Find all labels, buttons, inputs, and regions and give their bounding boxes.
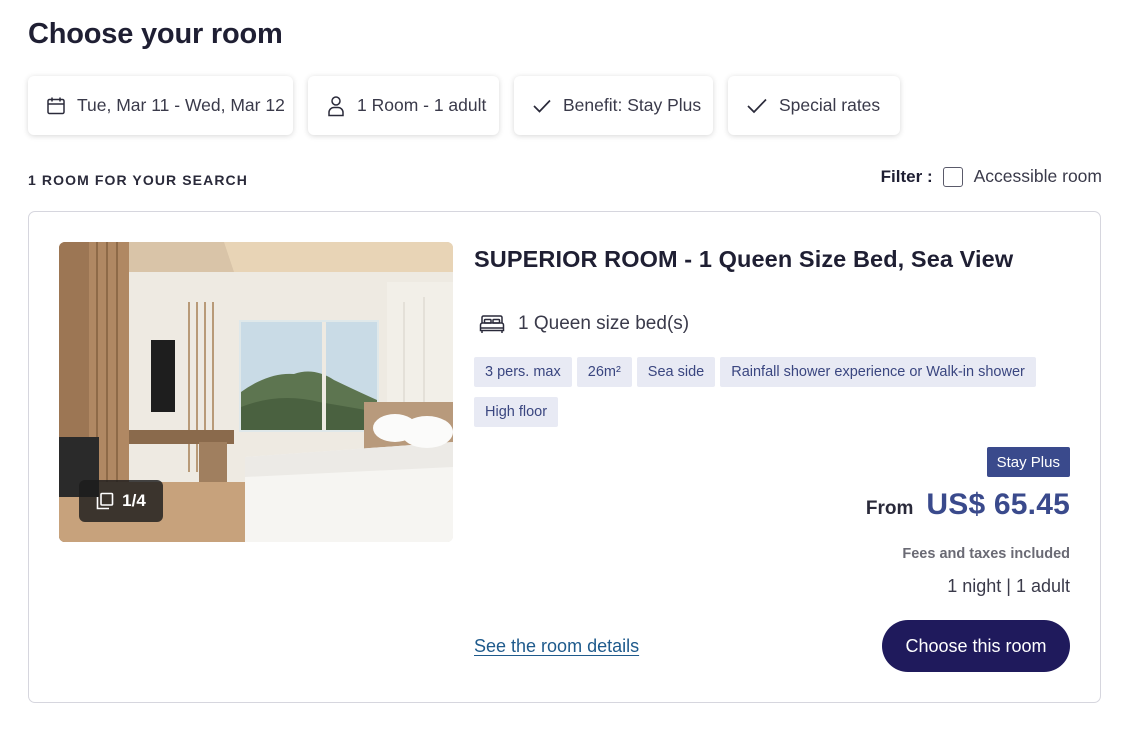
guests-chip[interactable]: 1 Room - 1 adult	[308, 76, 499, 135]
room-photo[interactable]: 1/4	[59, 242, 453, 542]
tag-size: 26m²	[576, 357, 632, 387]
choose-room-button[interactable]: Choose this room	[882, 620, 1070, 672]
photo-counter-label: 1/4	[122, 491, 146, 510]
room-details-link[interactable]: See the room details	[474, 636, 639, 657]
rate-badge: Stay Plus	[986, 447, 1070, 477]
room-title: SUPERIOR ROOM - 1 Queen Size Bed, Sea Vi…	[474, 246, 1014, 272]
page-title: Choose your room	[28, 18, 283, 50]
room-amenity-tags: 3 pers. max 26m² Sea side Rainfall showe…	[474, 357, 1074, 427]
tag-floor: High floor	[474, 397, 559, 427]
benefit-chip-label: Benefit: Stay Plus	[563, 95, 702, 115]
benefit-chip[interactable]: Benefit: Stay Plus	[514, 76, 713, 135]
dates-chip[interactable]: Tue, Mar 11 - Wed, Mar 12	[28, 76, 293, 135]
dates-chip-label: Tue, Mar 11 - Wed, Mar 12	[77, 95, 285, 115]
accessible-room-checkbox[interactable]	[942, 166, 963, 187]
room-card: 1/4 SUPERIOR ROOM - 1 Queen Size Bed, Se…	[28, 211, 1101, 703]
fees-note: Fees and taxes included	[902, 546, 1070, 562]
results-count: 1 ROOM FOR YOUR SEARCH	[28, 172, 248, 188]
gallery-icon	[96, 492, 114, 510]
price-prefix: From	[865, 498, 914, 519]
special-rates-chip[interactable]: Special rates	[728, 76, 900, 135]
search-summary-chips: Tue, Mar 11 - Wed, Mar 12 1 Room - 1 adu…	[28, 76, 900, 135]
filter-label: Filter :	[880, 166, 933, 186]
person-icon	[326, 95, 346, 117]
price-value: US$ 65.45	[926, 488, 1070, 521]
calendar-icon	[46, 95, 66, 117]
photo-counter[interactable]: 1/4	[79, 480, 163, 522]
tag-view: Sea side	[636, 357, 716, 387]
accessible-room-label[interactable]: Accessible room	[974, 166, 1102, 187]
guests-chip-label: 1 Room - 1 adult	[357, 95, 487, 115]
stay-summary: 1 night | 1 adult	[947, 576, 1070, 596]
tag-shower: Rainfall shower experience or Walk-in sh…	[720, 357, 1036, 387]
price-block: From US$ 65.45	[866, 488, 1070, 522]
bed-info: 1 Queen size bed(s)	[479, 313, 689, 335]
tag-capacity: 3 pers. max	[474, 357, 572, 387]
results-bar: 1 ROOM FOR YOUR SEARCH Filter : Accessib…	[28, 166, 1102, 190]
special-rates-chip-label: Special rates	[779, 95, 881, 115]
check-icon	[532, 95, 552, 117]
filter-group: Filter : Accessible room	[881, 166, 1102, 187]
bed-icon	[479, 314, 505, 334]
check-icon	[746, 95, 768, 117]
bed-label: 1 Queen size bed(s)	[518, 313, 690, 334]
